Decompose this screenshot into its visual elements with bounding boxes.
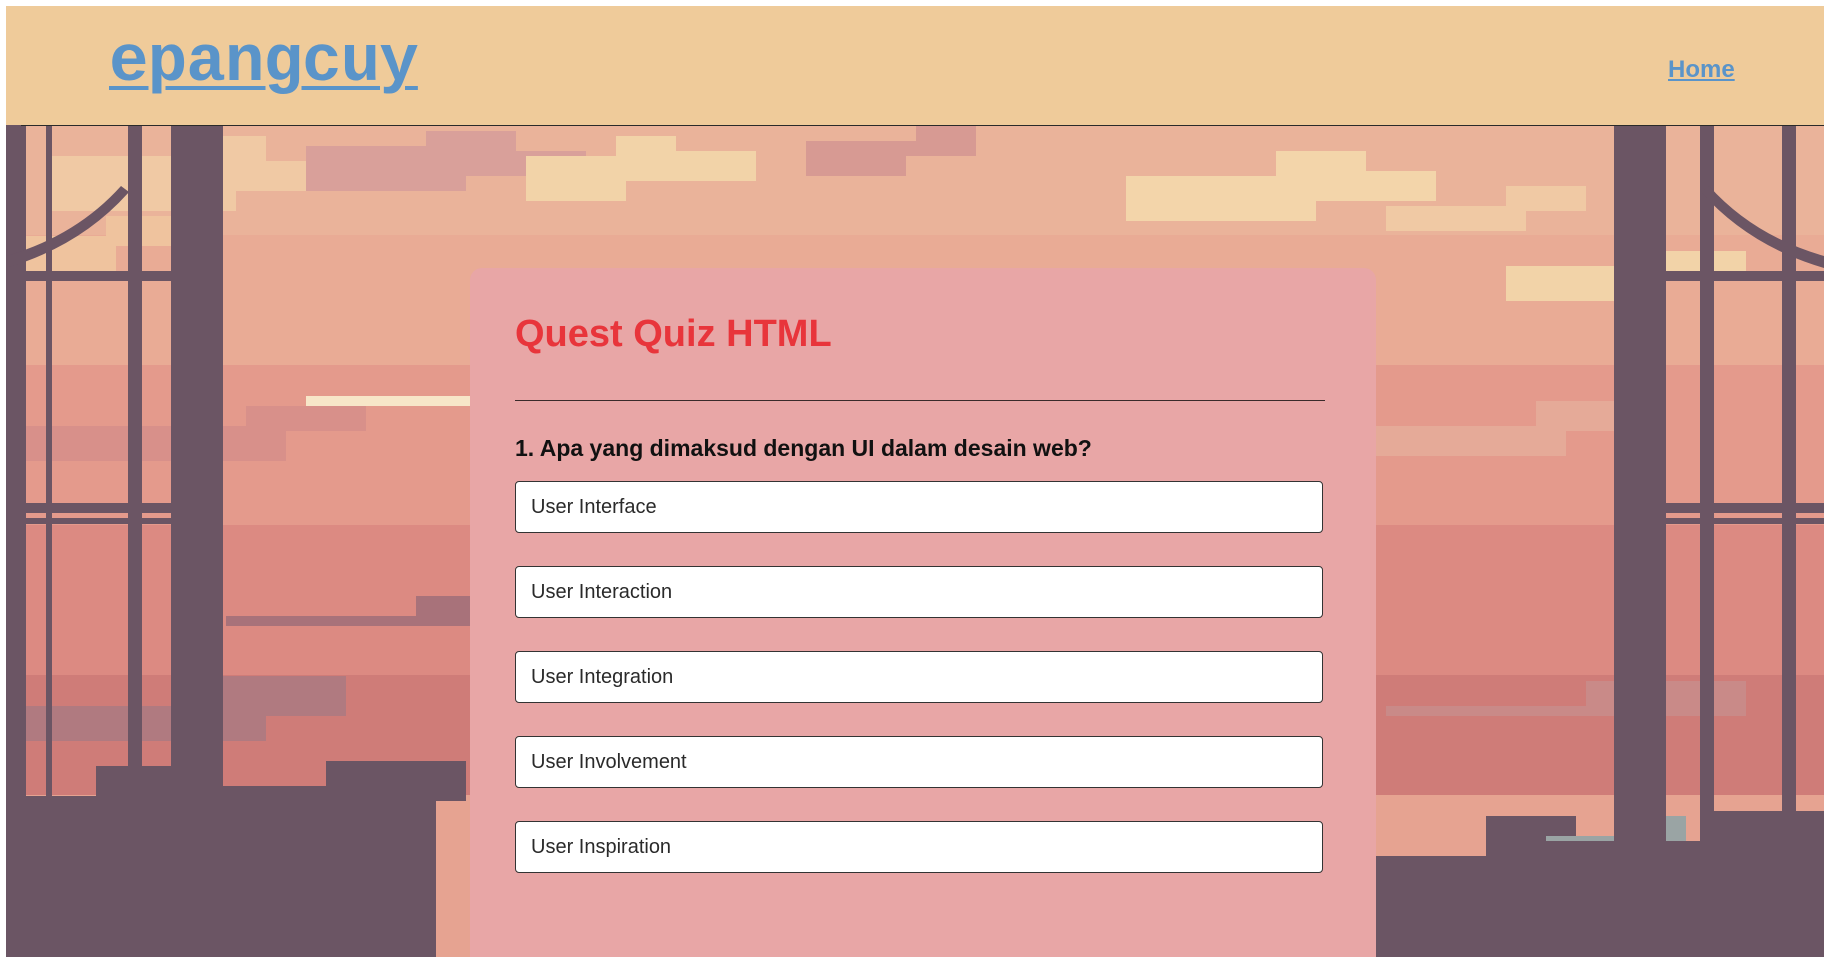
header-divider	[21, 125, 1824, 126]
site-logo-link[interactable]: epangcuy	[109, 30, 419, 96]
page: epangcuy Home Quest Quiz HTML 1. Apa yan…	[6, 6, 1824, 957]
answer-option-3[interactable]: User Integration	[515, 651, 1323, 703]
quiz-title: Quest Quiz HTML	[515, 313, 832, 355]
answer-option-5[interactable]: User Inspiration	[515, 821, 1323, 873]
answer-option-1[interactable]: User Interface	[515, 481, 1323, 533]
quiz-divider	[515, 400, 1325, 401]
answer-option-4[interactable]: User Involvement	[515, 736, 1323, 788]
question-text: 1. Apa yang dimaksud dengan UI dalam des…	[515, 435, 1092, 461]
answer-option-2[interactable]: User Interaction	[515, 566, 1323, 618]
site-header: epangcuy Home	[6, 6, 1824, 125]
nav-home-link[interactable]: Home	[1668, 56, 1735, 84]
quiz-card: Quest Quiz HTML 1. Apa yang dimaksud den…	[470, 268, 1376, 957]
